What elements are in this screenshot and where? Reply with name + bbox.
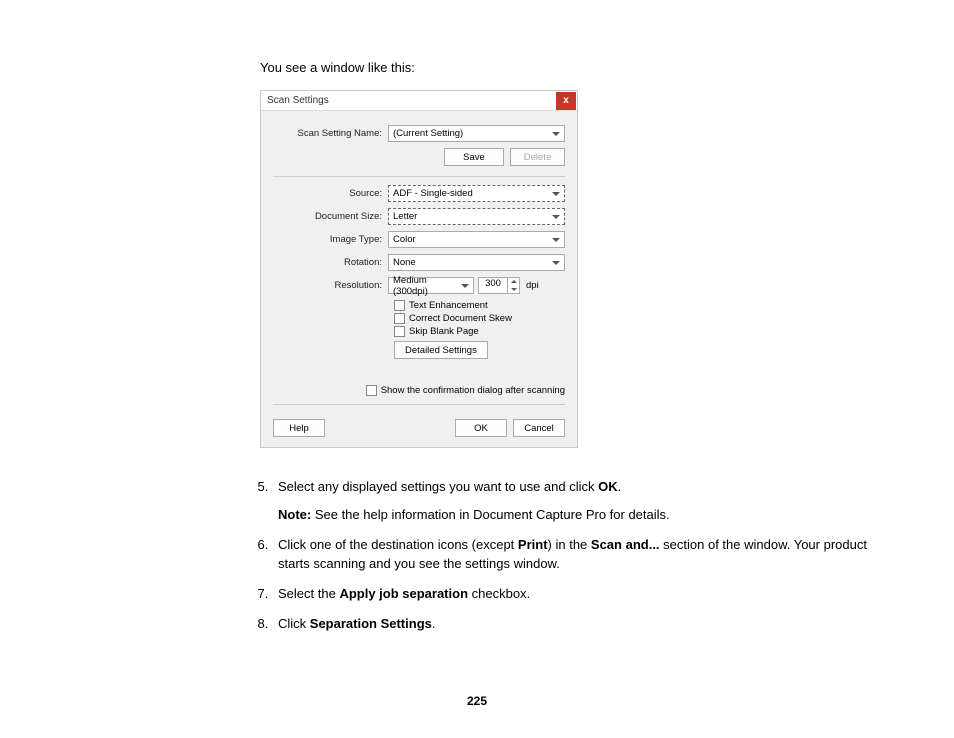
detailed-settings-button[interactable]: Detailed Settings [394,341,488,359]
help-button[interactable]: Help [273,419,325,437]
source-dropdown[interactable]: ADF - Single-sided [388,185,565,202]
scan-setting-name-label: Scan Setting Name: [273,128,388,139]
resolution-label: Resolution: [273,280,388,291]
scan-setting-name-value: (Current Setting) [393,128,552,139]
confirm-dialog-checkbox[interactable] [366,385,377,396]
source-label: Source: [273,188,388,199]
document-size-label: Document Size: [273,211,388,222]
step-7-c: checkbox. [468,586,530,601]
confirm-dialog-label: Show the confirmation dialog after scann… [381,385,565,396]
rotation-value: None [393,257,552,268]
step-5-text-a: Select any displayed settings you want t… [278,479,598,494]
step-8-c: . [432,616,436,631]
scan-setting-name-dropdown[interactable]: (Current Setting) [388,125,565,142]
step-5-bold: OK [598,479,618,494]
step-7: Select the Apply job separation checkbox… [272,585,900,603]
step-7-b: Apply job separation [339,586,468,601]
image-type-label: Image Type: [273,234,388,245]
resolution-value: Medium (300dpi) [393,275,461,297]
chevron-down-icon [552,132,560,136]
cancel-button[interactable]: Cancel [513,419,565,437]
dialog-title: Scan Settings [267,95,556,106]
document-size-dropdown[interactable]: Letter [388,208,565,225]
step-6-d: Scan and... [591,537,660,552]
image-type-dropdown[interactable]: Color [388,231,565,248]
document-size-value: Letter [393,211,552,222]
step-8: Click Separation Settings. [272,615,900,633]
note-text: See the help information in Document Cap… [311,507,669,522]
step-6-c: ) in the [548,537,591,552]
image-type-value: Color [393,234,552,245]
spinner-up-icon[interactable] [508,278,519,286]
step-8-a: Click [278,616,310,631]
chevron-down-icon [461,284,469,288]
note-label: Note: [278,507,311,522]
step-5: Select any displayed settings you want t… [272,478,900,524]
step-6-b: Print [518,537,548,552]
resolution-dropdown[interactable]: Medium (300dpi) [388,277,474,294]
skip-blank-label: Skip Blank Page [409,326,479,337]
divider [273,176,565,177]
chevron-down-icon [552,215,560,219]
resolution-number: 300 [479,278,507,293]
correct-skew-label: Correct Document Skew [409,313,512,324]
chevron-down-icon [552,261,560,265]
rotation-dropdown[interactable]: None [388,254,565,271]
step-8-b: Separation Settings [310,616,432,631]
text-enhancement-checkbox[interactable] [394,300,405,311]
correct-skew-checkbox[interactable] [394,313,405,324]
save-button[interactable]: Save [444,148,504,166]
delete-button[interactable]: Delete [510,148,565,166]
source-value: ADF - Single-sided [393,188,552,199]
chevron-down-icon [552,238,560,242]
skip-blank-checkbox[interactable] [394,326,405,337]
step-6: Click one of the destination icons (exce… [272,536,900,572]
ok-button[interactable]: OK [455,419,507,437]
resolution-spinner[interactable]: 300 [478,277,520,294]
spinner-down-icon[interactable] [508,286,519,294]
divider [273,404,565,405]
step-5-text-c: . [618,479,622,494]
rotation-label: Rotation: [273,257,388,268]
dialog-titlebar: Scan Settings x [261,91,577,111]
chevron-down-icon [552,192,560,196]
dpi-label: dpi [526,280,539,291]
intro-text: You see a window like this: [260,60,954,75]
close-icon[interactable]: x [556,92,576,110]
page-number: 225 [0,694,954,708]
step-6-a: Click one of the destination icons (exce… [278,537,518,552]
text-enhancement-label: Text Enhancement [409,300,488,311]
instruction-list: Select any displayed settings you want t… [260,478,900,633]
scan-settings-dialog: Scan Settings x Scan Setting Name: (Curr… [260,90,578,448]
step-7-a: Select the [278,586,339,601]
